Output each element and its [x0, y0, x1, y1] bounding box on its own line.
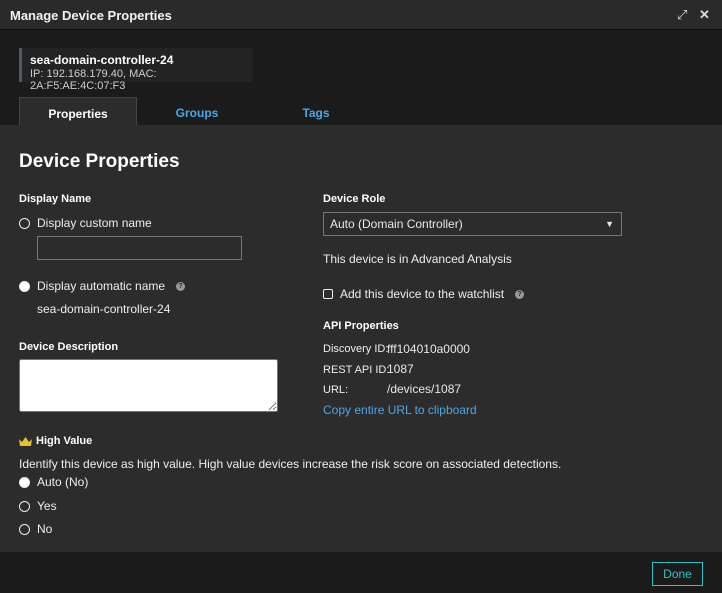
url-value: /devices/1087: [387, 382, 462, 396]
device-description-textarea[interactable]: [19, 359, 278, 412]
watchlist-label: Add this device to the watchlist: [340, 287, 505, 301]
caret-down-icon: ▼: [605, 219, 614, 229]
device-name: sea-domain-controller-24: [30, 53, 174, 67]
automatic-name-value: sea-domain-controller-24: [37, 302, 171, 316]
watchlist-checkbox[interactable]: [323, 289, 333, 299]
dialog-footer: [0, 552, 722, 593]
dialog-title: Manage Device Properties: [10, 8, 172, 23]
high-value-yes-radio[interactable]: Yes: [19, 499, 57, 513]
radio-off[interactable]: [19, 217, 30, 229]
close-icon[interactable]: ✕: [699, 7, 710, 23]
advanced-analysis-text: This device is in Advanced Analysis: [323, 252, 512, 266]
done-button[interactable]: Done: [652, 562, 703, 586]
rest-api-id-label: REST API ID:: [323, 364, 390, 376]
copy-url-link[interactable]: Copy entire URL to clipboard: [323, 403, 477, 417]
radio-label: Display automatic name: [37, 279, 166, 293]
help-icon[interactable]: ?: [176, 281, 186, 291]
high-value-no-radio[interactable]: No: [19, 522, 52, 536]
display-custom-name-radio[interactable]: Display custom name: [19, 216, 152, 230]
discovery-id-label: Discovery ID:: [323, 343, 389, 355]
high-value-description: Identify this device as high value. High…: [19, 457, 562, 471]
api-properties-label: API Properties: [323, 320, 399, 332]
radio-label: No: [37, 522, 53, 536]
device-description-label: Device Description: [19, 341, 119, 353]
high-value-heading: High Value: [19, 435, 92, 447]
high-value-label: High Value: [36, 435, 93, 447]
device-info: IP: 192.168.179.40, MAC: 2A:F5:AE:4C:07:…: [30, 68, 157, 92]
radio-off[interactable]: [19, 500, 30, 512]
display-automatic-name-radio[interactable]: Display automatic name ?: [19, 279, 186, 293]
tab-groups[interactable]: Groups: [138, 97, 256, 125]
radio-off[interactable]: [19, 523, 30, 535]
expand-icon[interactable]: ⤢: [677, 7, 687, 23]
radio-label: Display custom name: [37, 216, 152, 230]
high-value-auto-radio[interactable]: Auto (No): [19, 475, 88, 489]
tab-tags[interactable]: Tags: [257, 97, 375, 125]
properties-panel: [0, 125, 722, 552]
custom-name-input[interactable]: [37, 236, 242, 260]
device-role-label: Device Role: [323, 193, 386, 205]
display-name-label: Display Name: [19, 193, 92, 205]
rest-api-id-value: 1087: [387, 362, 414, 376]
radio-label: Yes: [37, 499, 57, 513]
device-role-select[interactable]: Auto (Domain Controller) ▼: [323, 212, 622, 236]
radio-on[interactable]: [19, 280, 30, 292]
url-label: URL:: [323, 384, 349, 396]
radio-label: Auto (No): [37, 475, 89, 489]
crown-icon: [19, 436, 32, 446]
radio-on[interactable]: [19, 476, 30, 488]
help-icon[interactable]: ?: [515, 289, 525, 299]
watchlist-checkbox-row[interactable]: Add this device to the watchlist ?: [323, 287, 525, 301]
device-role-value: Auto (Domain Controller): [330, 217, 463, 231]
discovery-id-value: fff104010a0000: [387, 342, 470, 356]
tab-properties[interactable]: Properties: [19, 97, 137, 125]
device-card: sea-domain-controller-24 IP: 192.168.179…: [19, 48, 253, 92]
page-title: Device Properties: [19, 151, 180, 172]
